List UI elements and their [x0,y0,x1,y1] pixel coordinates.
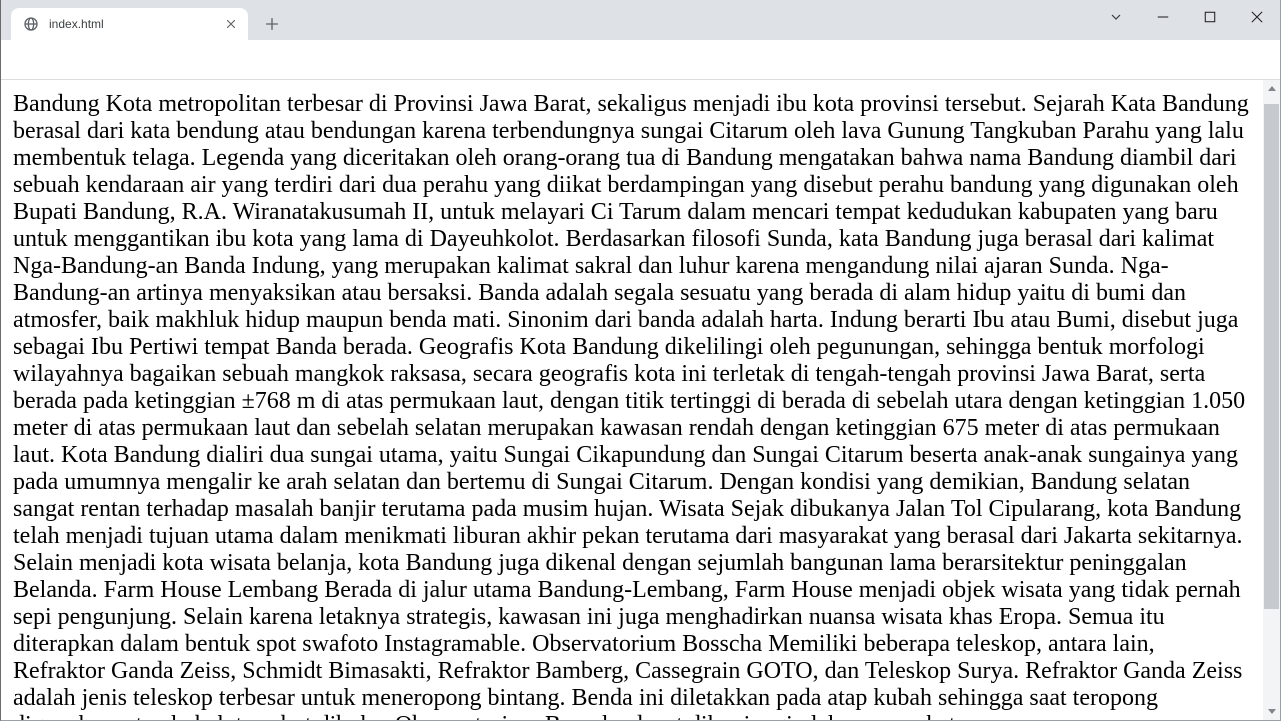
browser-window: index.html [0,0,1281,721]
maximize-button[interactable] [1186,0,1233,34]
scroll-down-arrow-icon[interactable] [1263,703,1280,720]
tab-search-button[interactable] [1092,0,1139,34]
page-body-text: Bandung Kota metropolitan terbesar di Pr… [1,80,1263,720]
scrollbar-thumb[interactable] [1264,104,1279,609]
title-bar: index.html [1,0,1280,40]
tab-close-icon[interactable] [222,15,240,33]
globe-icon [23,16,39,32]
new-tab-button[interactable] [259,11,285,37]
browser-tab[interactable]: index.html [11,8,248,40]
minimize-button[interactable] [1139,0,1186,34]
window-controls [1092,0,1280,40]
toolbar: File C:/WebDasar/index.html [1,40,1280,80]
close-window-button[interactable] [1233,0,1280,34]
page-viewport: Bandung Kota metropolitan terbesar di Pr… [1,80,1263,720]
scroll-up-arrow-icon[interactable] [1263,80,1280,97]
vertical-scrollbar[interactable] [1263,80,1280,720]
tab-title: index.html [49,17,222,31]
